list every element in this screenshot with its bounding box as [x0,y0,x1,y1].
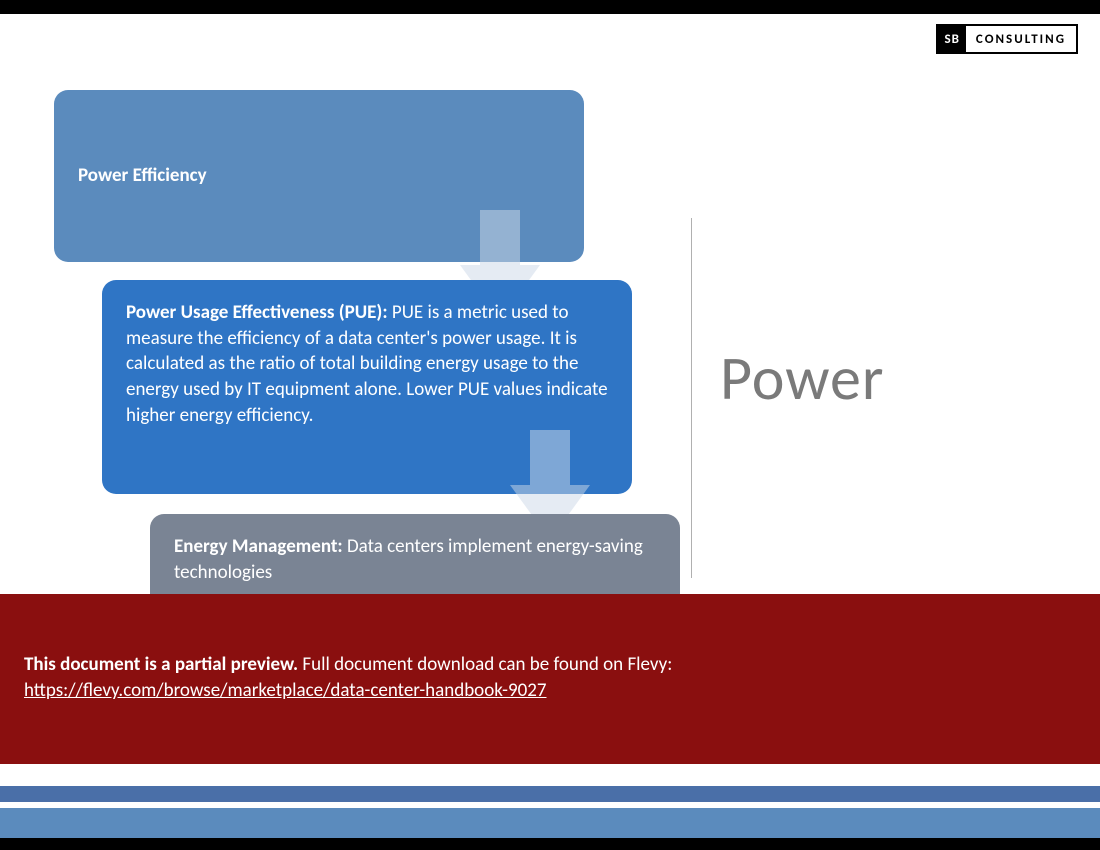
logo: SB CONSULTING [936,24,1078,54]
box-power-efficiency-title: Power Efficiency [78,163,207,189]
preview-banner-link[interactable]: https://flevy.com/browse/marketplace/dat… [24,679,546,702]
vertical-divider [691,218,692,578]
section-title-power: Power [720,340,884,416]
preview-banner: This document is a partial preview. Full… [0,594,1100,764]
preview-banner-bold: This document is a partial preview. [24,653,298,676]
logo-sb-mark: SB [938,26,965,52]
footer-bar-black [0,838,1100,850]
box-pue-title: Power Usage Effectiveness (PUE): [126,301,392,324]
preview-banner-rest: Full document download can be found on F… [298,653,672,676]
footer-bar-darkblue [0,786,1100,802]
footer-bar-lightblue [0,808,1100,838]
box-energy-management-title: Energy Management: [174,535,347,558]
top-black-bar [0,0,1100,14]
logo-consulting-text: CONSULTING [966,26,1076,52]
